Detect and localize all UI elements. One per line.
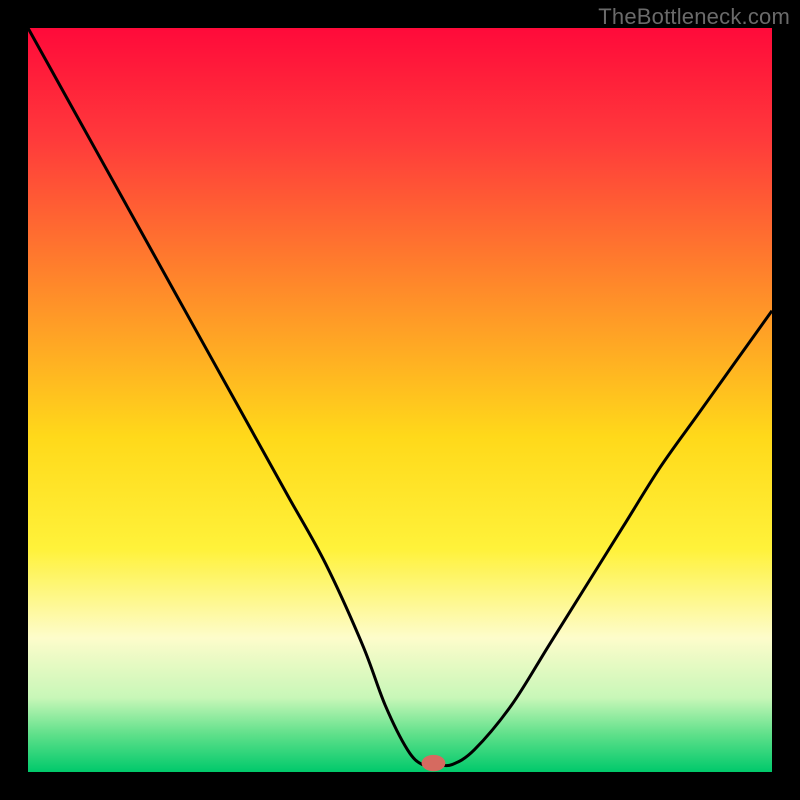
watermark-text: TheBottleneck.com — [598, 4, 790, 30]
bottleneck-chart — [28, 28, 772, 772]
gradient-background — [28, 28, 772, 772]
chart-frame: TheBottleneck.com — [0, 0, 800, 800]
optimal-marker — [422, 755, 446, 771]
plot-area — [28, 28, 772, 772]
